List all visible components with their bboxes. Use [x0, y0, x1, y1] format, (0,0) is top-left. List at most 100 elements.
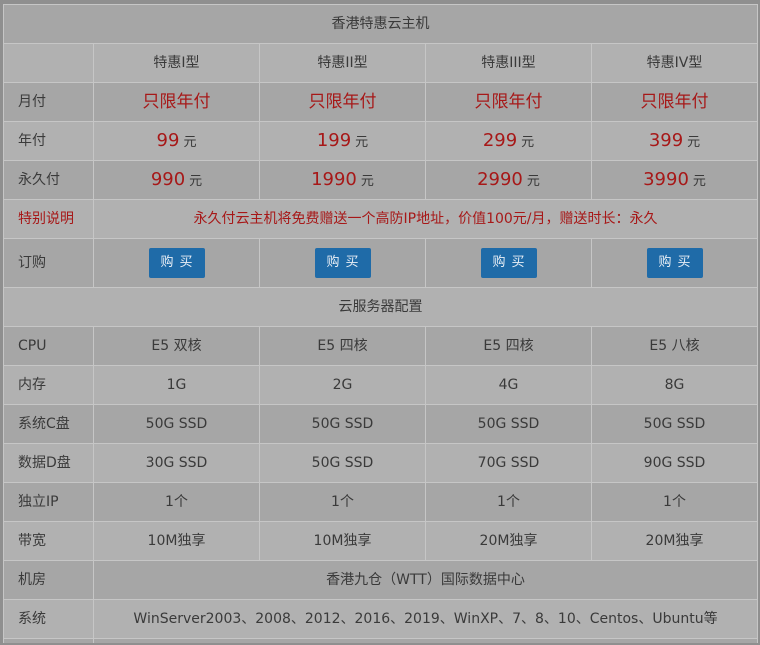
yearly-price: 399 元	[590, 121, 759, 161]
cpu-row: CPU E5 双核 E5 四核 E5 四核 E5 八核	[3, 326, 759, 366]
order-cell: 购买	[425, 238, 592, 288]
ram-value: 2G	[259, 365, 426, 405]
price-unit: 元	[521, 135, 535, 151]
data-disk-value: 90G SSD	[590, 443, 759, 483]
os-value: WinServer2003、2008、2012、2016、2019、WinXP、…	[92, 599, 759, 639]
yearly-only-text: 只限年付	[142, 91, 211, 112]
cpu-value: E5 四核	[425, 326, 592, 366]
data-disk-row: 数据D盘 30G SSD 50G SSD 70G SSD 90G SSD	[3, 443, 759, 483]
row-label: CPU	[3, 326, 94, 366]
bandwidth-value: 20M独享	[590, 521, 759, 561]
buy-button[interactable]: 购买	[314, 248, 371, 278]
row-label: 系统	[3, 599, 94, 639]
bandwidth-value: 20M独享	[425, 521, 592, 561]
plan-name: 特惠II型	[259, 43, 426, 83]
bandwidth-value: 10M独享	[93, 521, 260, 561]
plan-header-row: 特惠I型 特惠II型 特惠III型 特惠IV型	[3, 43, 759, 83]
data-disk-value: 50G SSD	[259, 443, 426, 483]
tail-cell	[92, 638, 759, 643]
data-disk-value: 70G SSD	[425, 443, 592, 483]
title-row: 香港特惠云主机	[2, 4, 759, 44]
buy-button[interactable]: 购买	[480, 248, 537, 278]
cpu-value: E5 八核	[590, 326, 759, 366]
price-value: 199	[316, 130, 352, 152]
os-row: 系统 WinServer2003、2008、2012、2016、2019、Win…	[3, 599, 759, 639]
config-title-row: 云服务器配置	[2, 287, 759, 327]
yearly-price: 99 元	[93, 121, 260, 161]
price-value: 99	[156, 130, 180, 152]
row-label: 永久付	[3, 160, 94, 200]
order-row: 订购 购买 购买 购买 购买	[3, 238, 759, 288]
ram-value: 8G	[590, 365, 759, 405]
plan-header-empty	[3, 43, 94, 83]
ram-value: 4G	[425, 365, 592, 405]
config-title: 云服务器配置	[2, 287, 759, 327]
datacenter-value: 香港九仓（WTT）国际数据中心	[92, 560, 759, 600]
row-label: 月付	[3, 82, 94, 122]
yearly-row: 年付 99 元 199 元 299 元 399 元	[3, 121, 759, 161]
row-label: 机房	[3, 560, 94, 600]
row-label: 带宽	[3, 521, 94, 561]
price-value: 299	[482, 130, 518, 152]
price-unit: 元	[189, 174, 203, 190]
yearly-only-text: 只限年付	[474, 91, 543, 112]
ram-row: 内存 1G 2G 4G 8G	[3, 365, 759, 405]
system-disk-value: 50G SSD	[93, 404, 260, 444]
row-label: 系统C盘	[3, 404, 94, 444]
ram-value: 1G	[93, 365, 260, 405]
buy-button[interactable]: 购买	[148, 248, 205, 278]
price-unit: 元	[183, 135, 197, 151]
yearly-price: 299 元	[425, 121, 592, 161]
row-label: 年付	[3, 121, 94, 161]
system-disk-value: 50G SSD	[259, 404, 426, 444]
price-value: 3990	[643, 169, 689, 191]
yearly-price: 199 元	[259, 121, 426, 161]
tail-cell	[3, 638, 94, 643]
ip-value: 1个	[93, 482, 260, 522]
bandwidth-row: 带宽 10M独享 10M独享 20M独享 20M独享	[3, 521, 759, 561]
row-label: 数据D盘	[3, 443, 94, 483]
ip-value: 1个	[259, 482, 426, 522]
table-tail-row	[3, 638, 759, 643]
price-unit: 元	[355, 135, 369, 151]
special-note-text: 永久付云主机将免费赠送一个高防IP地址，价值100元/月，赠送时长：永久	[92, 199, 759, 239]
permanent-row: 永久付 990 元 1990 元 2990 元 3990 元	[3, 160, 759, 200]
price-value: 1990	[311, 169, 357, 191]
datacenter-row: 机房 香港九仓（WTT）国际数据中心	[3, 560, 759, 600]
yearly-only-text: 只限年付	[640, 91, 709, 112]
system-disk-value: 50G SSD	[425, 404, 592, 444]
ip-value: 1个	[425, 482, 592, 522]
monthly-row: 月付 只限年付 只限年付 只限年付 只限年付	[3, 82, 759, 122]
order-cell: 购买	[93, 238, 260, 288]
yearly-only-text: 只限年付	[308, 91, 377, 112]
special-note-row: 特别说明 永久付云主机将免费赠送一个高防IP地址，价值100元/月，赠送时长：永…	[3, 199, 759, 239]
permanent-price: 2990 元	[425, 160, 592, 200]
special-note-label: 特别说明	[3, 199, 94, 239]
permanent-price: 990 元	[93, 160, 260, 200]
row-label: 独立IP	[3, 482, 94, 522]
price-value: 2990	[477, 169, 523, 191]
permanent-price: 1990 元	[259, 160, 426, 200]
data-disk-value: 30G SSD	[93, 443, 260, 483]
order-cell: 购买	[259, 238, 426, 288]
price-unit: 元	[692, 174, 706, 190]
price-unit: 元	[526, 174, 540, 190]
plan-name: 特惠I型	[93, 43, 260, 83]
system-disk-value: 50G SSD	[590, 404, 759, 444]
plan-name: 特惠IV型	[590, 43, 759, 83]
cpu-value: E5 双核	[93, 326, 260, 366]
price-value: 990	[150, 169, 186, 191]
order-cell: 购买	[590, 238, 759, 288]
monthly-price: 只限年付	[590, 82, 759, 122]
price-unit: 元	[360, 174, 374, 190]
buy-button[interactable]: 购买	[646, 248, 703, 278]
row-label: 订购	[3, 238, 94, 288]
monthly-price: 只限年付	[93, 82, 260, 122]
cpu-value: E5 四核	[259, 326, 426, 366]
bandwidth-value: 10M独享	[259, 521, 426, 561]
system-disk-row: 系统C盘 50G SSD 50G SSD 50G SSD 50G SSD	[3, 404, 759, 444]
monthly-price: 只限年付	[425, 82, 592, 122]
ip-row: 独立IP 1个 1个 1个 1个	[3, 482, 759, 522]
table-title: 香港特惠云主机	[2, 4, 759, 44]
monthly-price: 只限年付	[259, 82, 426, 122]
